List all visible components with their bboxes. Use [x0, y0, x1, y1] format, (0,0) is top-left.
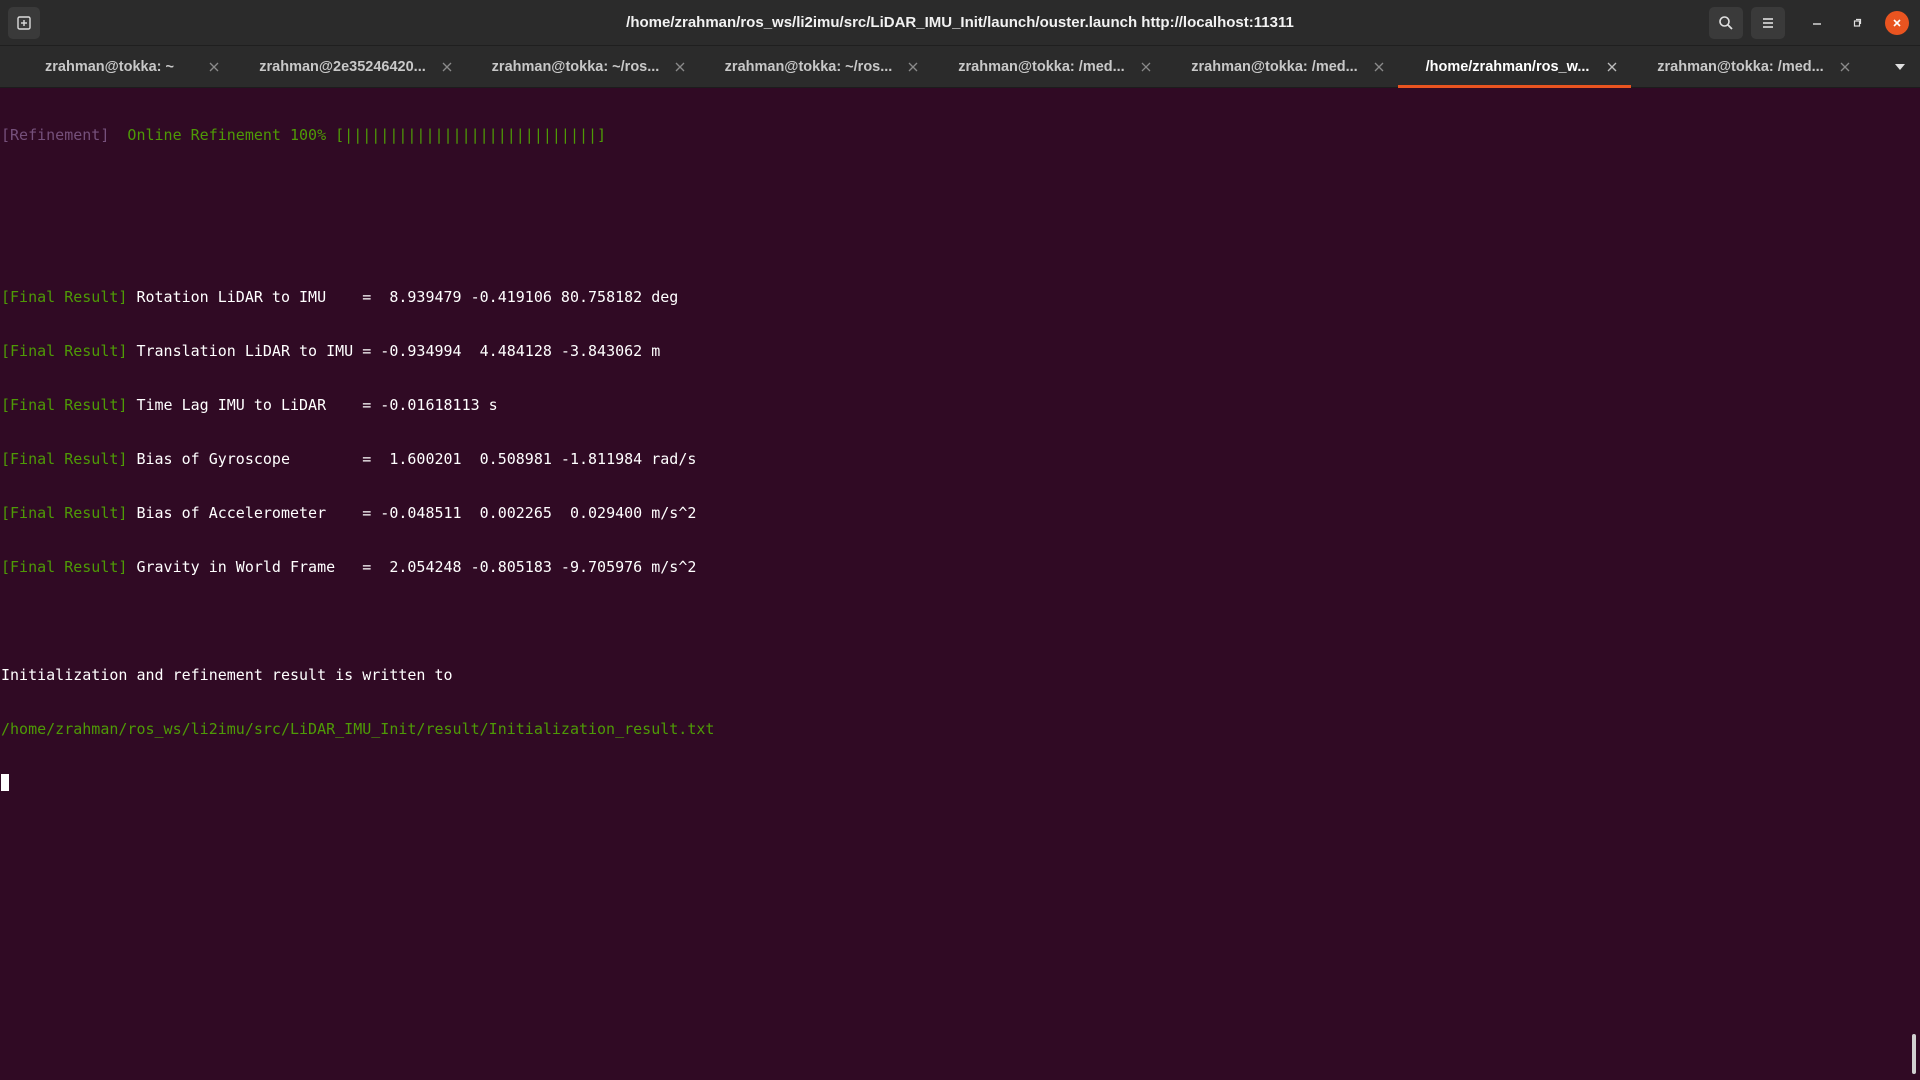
tab-close-button[interactable] — [906, 60, 920, 74]
close-icon — [1141, 62, 1151, 72]
tab-8[interactable]: zrahman@tokka: /med... — [1631, 46, 1864, 88]
tab-overflow-button[interactable] — [1892, 60, 1908, 74]
final-result-text: Bias of Accelerometer = -0.048511 0.0022… — [127, 504, 697, 522]
final-result-line: [Final Result] Rotation LiDAR to IMU = 8… — [1, 288, 1920, 306]
final-result-line: [Final Result] Bias of Accelerometer = -… — [1, 504, 1920, 522]
tab-close-button[interactable] — [1139, 60, 1153, 74]
refinement-progress: Online Refinement 100% [||||||||||||||||… — [109, 126, 607, 144]
close-icon — [908, 62, 918, 72]
final-result-tag: [Final Result] — [1, 342, 128, 360]
new-tab-icon — [17, 16, 31, 30]
minimize-icon — [1813, 23, 1821, 25]
chevron-down-icon — [1895, 64, 1905, 70]
terminal-scrollbar[interactable] — [1912, 1034, 1916, 1074]
hamburger-menu-icon — [1763, 18, 1773, 28]
final-result-text: Rotation LiDAR to IMU = 8.939479 -0.4191… — [127, 288, 679, 306]
final-result-text: Bias of Gyroscope = 1.600201 0.508981 -1… — [127, 450, 697, 468]
tab-bar: zrahman@tokka: ~ zrahman@2e35246420... z… — [0, 46, 1920, 88]
final-result-text: Translation LiDAR to IMU = -0.934994 4.4… — [127, 342, 661, 360]
prompt-line — [1, 774, 1920, 792]
new-tab-button[interactable] — [8, 7, 40, 39]
final-result-tag: [Final Result] — [1, 396, 128, 414]
close-icon — [675, 62, 685, 72]
close-icon — [442, 62, 452, 72]
tab-close-button[interactable] — [440, 60, 454, 74]
close-icon — [1374, 62, 1384, 72]
tab-7-active[interactable]: /home/zrahman/ros_w... — [1398, 46, 1631, 88]
close-icon — [1893, 19, 1901, 27]
tab-close-button[interactable] — [207, 60, 221, 74]
tab-label: zrahman@tokka: /med... — [1191, 59, 1358, 75]
menu-button[interactable] — [1751, 7, 1785, 39]
tab-label: zrahman@2e35246420... — [259, 59, 426, 75]
result-path-line: /home/zrahman/ros_ws/li2imu/src/LiDAR_IM… — [1, 720, 1920, 738]
tab-close-button[interactable] — [1605, 60, 1619, 74]
tab-5[interactable]: zrahman@tokka: /med... — [932, 46, 1165, 88]
result-path: /home/zrahman/ros_ws/li2imu/src/LiDAR_IM… — [1, 720, 715, 738]
maximize-button[interactable] — [1845, 11, 1869, 35]
final-result-text: Time Lag IMU to LiDAR = -0.01618113 s — [127, 396, 498, 414]
final-result-line: [Final Result] Translation LiDAR to IMU … — [1, 342, 1920, 360]
search-icon — [1719, 16, 1733, 30]
final-result-tag: [Final Result] — [1, 558, 128, 576]
tab-close-button[interactable] — [1838, 60, 1852, 74]
text-cursor — [1, 774, 9, 791]
search-button[interactable] — [1709, 7, 1743, 39]
tab-label: zrahman@tokka: /med... — [958, 59, 1125, 75]
tab-label: zrahman@tokka: ~ — [45, 59, 174, 75]
written-message-line: Initialization and refinement result is … — [1, 666, 1920, 684]
final-result-text: Gravity in World Frame = 2.054248 -0.805… — [127, 558, 697, 576]
terminal-output[interactable]: [Refinement] Online Refinement 100% [|||… — [0, 88, 1920, 1080]
tab-3[interactable]: zrahman@tokka: ~/ros... — [466, 46, 699, 88]
close-button[interactable] — [1885, 11, 1909, 35]
final-result-tag: [Final Result] — [1, 504, 128, 522]
tab-label: zrahman@tokka: /med... — [1657, 59, 1824, 75]
maximize-icon — [1853, 18, 1862, 27]
final-result-tag: [Final Result] — [1, 450, 128, 468]
close-icon — [1607, 62, 1617, 72]
final-result-tag: [Final Result] — [1, 288, 128, 306]
refinement-tag: [Refinement] — [1, 126, 110, 144]
close-icon — [209, 62, 219, 72]
tab-2[interactable]: zrahman@2e35246420... — [233, 46, 466, 88]
tab-4[interactable]: zrahman@tokka: ~/ros... — [699, 46, 932, 88]
final-result-line: [Final Result] Bias of Gyroscope = 1.600… — [1, 450, 1920, 468]
terminal-window: /home/zrahman/ros_ws/li2imu/src/LiDAR_IM… — [0, 0, 1920, 1080]
final-result-line: [Final Result] Time Lag IMU to LiDAR = -… — [1, 396, 1920, 414]
header-bar: /home/zrahman/ros_ws/li2imu/src/LiDAR_IM… — [0, 0, 1920, 46]
written-message: Initialization and refinement result is … — [1, 666, 453, 684]
tab-close-button[interactable] — [673, 60, 687, 74]
tab-label: /home/zrahman/ros_w... — [1425, 59, 1590, 75]
final-result-line: [Final Result] Gravity in World Frame = … — [1, 558, 1920, 576]
tab-close-button[interactable] — [1372, 60, 1386, 74]
refinement-line: [Refinement] Online Refinement 100% [|||… — [1, 126, 1920, 144]
window-title: /home/zrahman/ros_ws/li2imu/src/LiDAR_IM… — [626, 14, 1294, 31]
tab-1[interactable]: zrahman@tokka: ~ — [0, 46, 233, 88]
tab-label: zrahman@tokka: ~/ros... — [491, 59, 660, 75]
tab-6[interactable]: zrahman@tokka: /med... — [1165, 46, 1398, 88]
tab-label: zrahman@tokka: ~/ros... — [724, 59, 893, 75]
minimize-button[interactable] — [1805, 11, 1829, 35]
close-icon — [1840, 62, 1850, 72]
